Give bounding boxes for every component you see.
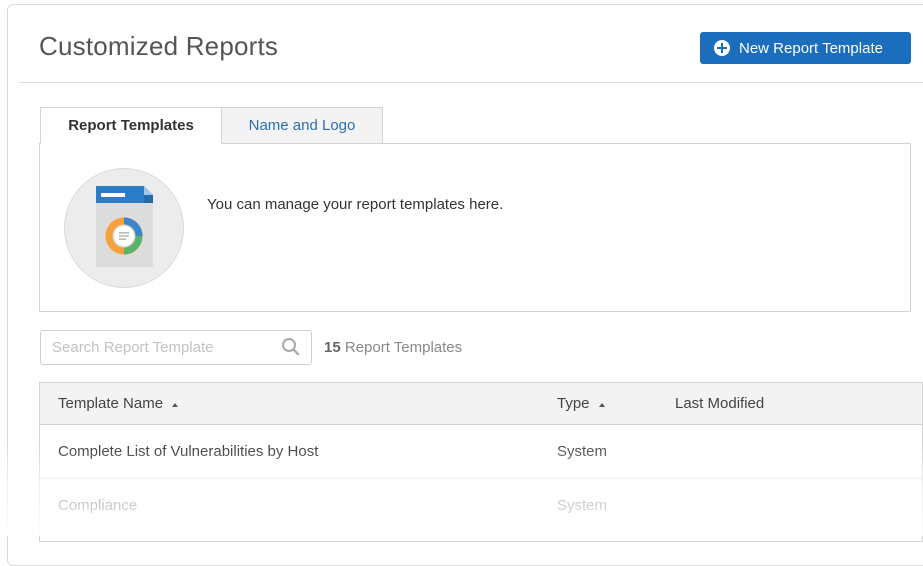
sort-ascending-icon [598, 402, 605, 407]
page-title: Customized Reports [39, 31, 279, 61]
template-count-number: 15 [324, 339, 341, 356]
template-count-label: Report Templates [344, 339, 463, 356]
type-cell: System [557, 443, 608, 460]
column-header-last-modified[interactable]: Last Modified [675, 395, 764, 412]
tab-report-templates-label: Report Templates [68, 117, 194, 134]
tab-report-templates[interactable]: Report Templates [40, 107, 222, 144]
search-icon[interactable] [281, 337, 301, 357]
header-divider [19, 82, 923, 83]
column-header-template-name-label: Template Name [58, 395, 164, 412]
sort-ascending-icon [172, 402, 179, 407]
search-box [40, 330, 312, 365]
column-header-template-name[interactable]: Template Name [58, 395, 179, 412]
plus-circle-icon [714, 40, 730, 56]
panel-message: You can manage your report templates her… [207, 196, 504, 213]
template-name-cell[interactable]: Complete List of Vulnerabilities by Host [58, 443, 318, 460]
table-row[interactable]: Compliance System [40, 479, 922, 533]
column-header-type[interactable]: Type [557, 395, 605, 412]
template-name-cell[interactable]: Compliance [58, 497, 137, 514]
column-header-type-label: Type [557, 395, 590, 412]
table-row[interactable]: Complete List of Vulnerabilities by Host… [40, 425, 922, 479]
template-count: 15 Report Templates [324, 339, 462, 356]
report-document-icon [96, 186, 153, 267]
tab-name-and-logo[interactable]: Name and Logo [221, 107, 383, 144]
type-cell: System [557, 497, 608, 514]
new-report-template-button[interactable]: New Report Template [700, 32, 911, 64]
templates-table: Template Name Type Last Modified Complet… [39, 382, 923, 542]
new-report-template-label: New Report Template [739, 39, 883, 57]
illustration-circle [64, 168, 184, 288]
tab-panel: You can manage your report templates her… [39, 143, 911, 312]
search-input[interactable] [41, 331, 271, 364]
tab-name-and-logo-label: Name and Logo [248, 117, 356, 134]
table-header: Template Name Type Last Modified [40, 383, 922, 425]
column-header-last-modified-label: Last Modified [675, 395, 765, 412]
